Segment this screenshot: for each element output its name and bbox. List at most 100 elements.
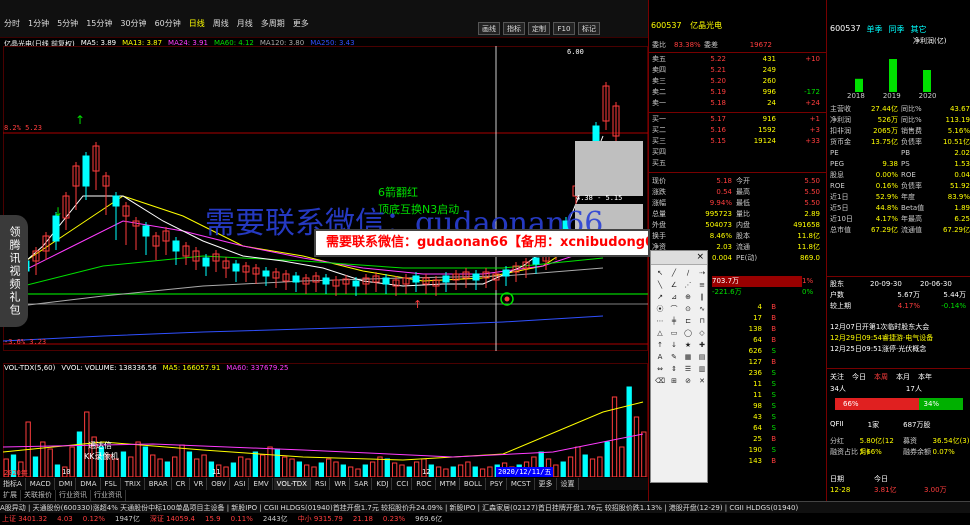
period-tab[interactable]: 30分钟 xyxy=(120,18,146,29)
drawing-tool-icon[interactable]: ▥ xyxy=(696,364,708,374)
drawing-tool-icon[interactable]: ✕ xyxy=(696,376,708,386)
drawing-tool-icon[interactable]: ╱ xyxy=(668,268,680,278)
tab-month[interactable]: 本月 xyxy=(896,372,910,382)
drawing-tool-icon[interactable]: ↑ xyxy=(654,340,666,350)
drawing-tool-icon[interactable]: ⇔ xyxy=(654,364,666,374)
tab-same-quarter[interactable]: 同季 xyxy=(889,24,905,35)
indicator-tab[interactable]: RSI xyxy=(312,478,331,490)
drawing-tool-icon[interactable]: ∿ xyxy=(696,304,708,314)
bottom-tab[interactable]: 行业资讯 xyxy=(56,490,91,501)
indicator-tab[interactable]: CR xyxy=(173,478,190,490)
tool-button[interactable]: F10 xyxy=(553,22,575,35)
indicator-tab[interactable]: MTM xyxy=(437,478,460,490)
side-promo-button[interactable]: 领腾讯视频礼包 xyxy=(0,215,28,327)
indicator-tab[interactable]: SAR xyxy=(351,478,373,490)
drawing-tool-icon[interactable]: ⊙ xyxy=(682,304,694,314)
drawing-tool-icon[interactable]: ⊘ xyxy=(682,376,694,386)
period-tab[interactable]: 60分钟 xyxy=(155,18,181,29)
indicator-tab[interactable]: BRAR xyxy=(146,478,172,490)
drawing-palette[interactable]: × ↖ ╱ ∕ ⇢ ╲ ∠ ⋰ ≡ ↗ ⊿ ⊕ ∥ ⦿ ⌒ ⊙ ∿ ⋯ ╪ ⊏ ⊓ △ ▭ ◯ ◇ ↑ ↓ ★ ✚ A ✎ ▦ ▤ ⇔ ⇕ ☰ ▥ ⌫ ⊞… xyxy=(650,250,708,483)
tool-button[interactable]: 画线 xyxy=(478,22,500,35)
drawing-tool-icon[interactable]: ☰ xyxy=(682,364,694,374)
drawing-tool-icon[interactable]: ⊕ xyxy=(682,292,694,302)
indicator-tab[interactable]: 更多 xyxy=(536,478,557,490)
event-row[interactable]: 12月25日09:51涨停·光伏概念 xyxy=(830,344,970,355)
drawing-tool-icon[interactable]: ⊿ xyxy=(668,292,680,302)
drawing-tool-icon[interactable]: ★ xyxy=(682,340,694,350)
drawing-tool-icon[interactable]: ╲ xyxy=(654,280,666,290)
tool-button[interactable]: 指标 xyxy=(503,22,525,35)
period-tab[interactable]: 更多 xyxy=(293,18,309,29)
drawing-tool-icon[interactable]: ⋰ xyxy=(682,280,694,290)
tab-other[interactable]: 其它 xyxy=(911,24,927,35)
indicator-tab[interactable]: EMV xyxy=(250,478,273,490)
indicator-tab[interactable]: TRIX xyxy=(122,478,145,490)
period-tab[interactable]: 分时 xyxy=(4,18,20,29)
bottom-tab[interactable]: 行业资讯 xyxy=(91,490,126,501)
drawing-tool-icon[interactable]: ▤ xyxy=(696,352,708,362)
drawing-tool-icon[interactable]: ⌒ xyxy=(668,304,680,314)
event-row[interactable]: 12月29日09:54睿捷游·电气设备 xyxy=(830,333,970,344)
period-tab[interactable]: 日线 xyxy=(189,18,205,29)
bottom-tab[interactable]: 扩展 xyxy=(0,490,21,501)
indicator-tab[interactable]: ROC xyxy=(413,478,436,490)
tab-year[interactable]: 本年 xyxy=(918,372,932,382)
period-tab[interactable]: 1分钟 xyxy=(28,18,49,29)
indicator-tab[interactable]: ASI xyxy=(231,478,250,490)
drawing-tool-icon[interactable]: ⌫ xyxy=(654,376,666,386)
bottom-tab[interactable]: 关联报价 xyxy=(21,490,56,501)
tab-single-quarter[interactable]: 单季 xyxy=(867,24,883,35)
drawing-tool-icon[interactable]: ◯ xyxy=(682,328,694,338)
drawing-tool-icon[interactable]: ↗ xyxy=(654,292,666,302)
drawing-tool-icon[interactable]: ⇢ xyxy=(696,268,708,278)
drawing-tool-icon[interactable]: ▭ xyxy=(668,328,680,338)
tool-button[interactable]: 定制 xyxy=(528,22,550,35)
drawing-tool-icon[interactable]: ⇕ xyxy=(668,364,680,374)
indicator-tab[interactable]: DMA xyxy=(77,478,101,490)
drawing-tool-icon[interactable]: ⋯ xyxy=(654,316,666,326)
indicator-tab[interactable]: VOL-TDX xyxy=(273,478,311,490)
drawing-tool-icon[interactable]: ⦿ xyxy=(654,304,666,314)
drawing-tool-icon[interactable]: ↖ xyxy=(654,268,666,278)
palette-titlebar[interactable]: × xyxy=(651,251,707,265)
drawing-tool-icon[interactable]: A xyxy=(654,352,666,362)
tab-today[interactable]: 今日 xyxy=(852,372,866,382)
drawing-tool-icon[interactable]: ∠ xyxy=(668,280,680,290)
indicator-tab[interactable]: 指标A xyxy=(0,478,26,490)
indicator-tab[interactable]: OBV xyxy=(208,478,231,490)
drawing-tool-icon[interactable]: ⊏ xyxy=(682,316,694,326)
drawing-tool-icon[interactable]: ∥ xyxy=(696,292,708,302)
drawing-tool-icon[interactable]: ∕ xyxy=(682,268,694,278)
indicator-tab[interactable]: WR xyxy=(331,478,351,490)
drawing-tool-icon[interactable]: ↓ xyxy=(668,340,680,350)
drawing-tool-icon[interactable]: ◇ xyxy=(696,328,708,338)
tool-button[interactable]: 标记 xyxy=(578,22,600,35)
drawing-tool-icon[interactable]: ≡ xyxy=(696,280,708,290)
indicator-tab[interactable]: PSY xyxy=(487,478,507,490)
indicator-tab[interactable]: CCI xyxy=(393,478,413,490)
period-tab[interactable]: 5分钟 xyxy=(57,18,78,29)
drawing-tool-icon[interactable]: ╪ xyxy=(668,316,680,326)
indicator-tab[interactable]: 设置 xyxy=(558,478,579,490)
period-tab[interactable]: 周线 xyxy=(213,18,229,29)
drawing-tool-icon[interactable]: ⊞ xyxy=(668,376,680,386)
indicator-tab[interactable]: VR xyxy=(191,478,208,490)
drawing-tool-icon[interactable]: ⊓ xyxy=(696,316,708,326)
drawing-tool-icon[interactable]: △ xyxy=(654,328,666,338)
drawing-tool-icon[interactable]: ▦ xyxy=(682,352,694,362)
drawing-tool-icon[interactable]: ✚ xyxy=(696,340,708,350)
indicator-tab[interactable]: BOLL xyxy=(461,478,486,490)
event-row[interactable]: 12月07日开第1次临时股东大会 xyxy=(830,322,970,333)
tab-week[interactable]: 本周 xyxy=(874,372,888,382)
indicator-tab[interactable]: FSL xyxy=(102,478,121,490)
period-tab[interactable]: 多周期 xyxy=(261,18,285,29)
period-tab[interactable]: 月线 xyxy=(237,18,253,29)
indicator-tab[interactable]: MCST xyxy=(508,478,535,490)
drawing-tool-icon[interactable]: ✎ xyxy=(668,352,680,362)
period-tab[interactable]: 15分钟 xyxy=(86,18,112,29)
indicator-tab[interactable]: DMI xyxy=(56,478,77,490)
close-icon[interactable]: × xyxy=(696,252,704,262)
indicator-tab[interactable]: MACD xyxy=(27,478,55,490)
news-ticker[interactable]: A股异动 | 天通股份(600330)涨超4% 天通股份中标100单晶项目主设备… xyxy=(0,501,970,513)
indicator-tab[interactable]: KDJ xyxy=(373,478,393,490)
